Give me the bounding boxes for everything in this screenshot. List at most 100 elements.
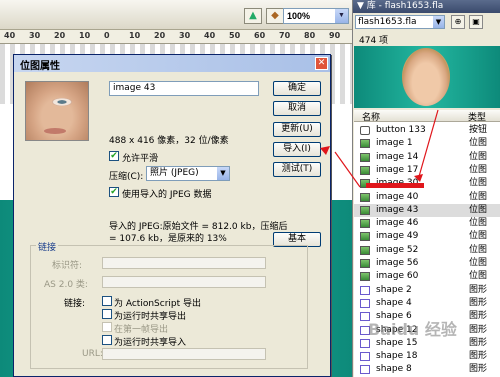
- bitmap-icon: [360, 152, 370, 162]
- library-item-type: 图形: [469, 284, 488, 295]
- pin-icon[interactable]: ⊕: [451, 15, 465, 29]
- ruler-tick-label: 20: [54, 31, 66, 40]
- library-item-type: 位图: [469, 151, 488, 162]
- ruler-tick-label: 10: [129, 31, 141, 40]
- library-item-name: image 43: [376, 204, 419, 215]
- library-item-name: shape 8: [376, 364, 412, 375]
- ruler-tick-label: 80: [304, 31, 316, 40]
- library-item[interactable]: shape 18 图形: [354, 350, 500, 363]
- use-imported-jpeg-label: 使用导入的 JPEG 数据: [122, 190, 212, 200]
- library-item[interactable]: image 46 位图: [354, 217, 500, 230]
- linkage-label: 链接:: [64, 299, 86, 309]
- bitmap-dimensions: 488 x 416 像素，32 位/像素: [109, 136, 229, 146]
- library-item[interactable]: image 56 位图: [354, 257, 500, 270]
- compression-value: 照片 (JPEG): [150, 168, 199, 178]
- ruler-tick-label: 60: [254, 31, 266, 40]
- ruler-tick-label: 30: [29, 31, 41, 40]
- export-actionscript-checkbox[interactable]: [102, 296, 112, 306]
- library-item-name: button 133: [376, 125, 426, 135]
- export-runtime-label: 为运行时共享导出: [114, 312, 187, 322]
- bitmap-preview: [25, 81, 89, 141]
- library-item[interactable]: image 49 位图: [354, 230, 500, 243]
- library-item[interactable]: image 14 位图: [354, 151, 500, 164]
- library-item-type: 位图: [469, 218, 488, 229]
- ruler-tick-label: 30: [179, 31, 191, 40]
- ruler-tick-label: 0: [104, 31, 110, 40]
- bitmap-icon: [360, 219, 370, 229]
- edit-symbol-icon[interactable]: ▲: [244, 8, 262, 24]
- preview-eye: [52, 98, 72, 106]
- ok-button[interactable]: 确定: [273, 81, 321, 96]
- import-runtime-label: 为运行时共享导入: [114, 338, 187, 348]
- graphic-icon: [360, 285, 370, 295]
- library-item[interactable]: image 17 位图: [354, 164, 500, 177]
- library-item-type: 图形: [469, 311, 488, 322]
- ruler-tick-label: 40: [4, 31, 16, 40]
- library-item-type: 按钮: [469, 125, 488, 135]
- library-item[interactable]: image 52 位图: [354, 244, 500, 257]
- bitmap-icon: [360, 259, 370, 268]
- allow-smoothing-checkbox[interactable]: ✔: [109, 151, 119, 161]
- library-item-type: 位图: [469, 244, 488, 255]
- zoom-select[interactable]: 100% ▼: [283, 8, 349, 24]
- as2-class-input[interactable]: [102, 276, 266, 288]
- export-actionscript-label: 为 ActionScript 导出: [114, 299, 202, 309]
- url-label: URL:: [82, 349, 103, 359]
- library-item-type: 图形: [469, 364, 488, 375]
- allow-smoothing-label: 允许平滑: [122, 154, 159, 164]
- bitmap-properties-dialog: 位图属性 ✕ image 43 488 x 416 像素，32 位/像素 ✔ 允…: [13, 54, 331, 377]
- edit-toolbar: ▲ ◆ 100% ▼: [0, 0, 352, 30]
- ruler-tick-label: 50: [229, 31, 241, 40]
- library-item[interactable]: image 43 位图: [354, 203, 500, 217]
- library-file-select[interactable]: flash1653.fla ▼: [355, 15, 445, 29]
- library-item-type: 位图: [469, 164, 488, 175]
- update-button[interactable]: 更新(U): [273, 122, 321, 137]
- edit-scene-icon[interactable]: ◆: [266, 8, 284, 24]
- library-item-name: image 17: [376, 164, 419, 175]
- library-item-name: shape 4: [376, 297, 412, 308]
- url-input[interactable]: [102, 348, 266, 360]
- bitmap-icon: [360, 192, 370, 202]
- bitmap-icon: [360, 272, 370, 282]
- new-library-icon[interactable]: ▣: [469, 15, 483, 29]
- test-button[interactable]: 测试(T): [273, 162, 321, 177]
- library-item-type: 位图: [469, 178, 488, 189]
- preview-lip: [44, 128, 66, 134]
- library-item[interactable]: image 1 位图: [354, 137, 500, 150]
- library-item[interactable]: shape 4 图形: [354, 297, 500, 310]
- library-item-type: 位图: [469, 271, 488, 282]
- library-item[interactable]: shape 8 图形: [354, 363, 500, 376]
- identifier-input[interactable]: [102, 257, 266, 269]
- library-item[interactable]: image 40 位图: [354, 191, 500, 204]
- library-title[interactable]: ▼ 库 - flash1653.fla: [353, 0, 500, 13]
- close-icon[interactable]: ✕: [315, 57, 328, 70]
- export-first-frame-checkbox[interactable]: [102, 322, 112, 332]
- import-button[interactable]: 导入(I): [273, 142, 321, 157]
- library-item-name: image 14: [376, 151, 419, 162]
- library-item-name: image 30: [376, 178, 419, 189]
- library-item-type: 位图: [469, 258, 488, 268]
- export-runtime-checkbox[interactable]: [102, 309, 112, 319]
- library-item[interactable]: button 133 按钮: [354, 124, 500, 137]
- chevron-down-icon: ▼: [433, 16, 444, 28]
- ruler-tick-label: 20: [154, 31, 166, 40]
- library-item-name: image 52: [376, 244, 419, 255]
- library-item[interactable]: image 30 位图: [354, 177, 500, 190]
- cancel-button[interactable]: 取消: [273, 101, 321, 116]
- library-item-name: image 40: [376, 191, 419, 202]
- import-runtime-checkbox[interactable]: [102, 335, 112, 345]
- library-column-header: 名称 类型: [354, 110, 500, 123]
- library-item-type: 图形: [469, 351, 488, 362]
- jpeg-info-line2: = 107.6 kb，是原来的 13%: [109, 234, 227, 244]
- compression-select[interactable]: 照片 (JPEG) ▼: [146, 166, 230, 181]
- graphic-icon: [360, 298, 370, 308]
- use-imported-jpeg-checkbox[interactable]: ✔: [109, 187, 119, 197]
- bitmap-name-input[interactable]: image 43: [109, 81, 259, 96]
- graphic-icon: [360, 338, 370, 348]
- library-item-name: shape 18: [376, 351, 418, 362]
- library-item[interactable]: shape 2 图形: [354, 284, 500, 297]
- library-item-type: 位图: [469, 231, 488, 242]
- library-item[interactable]: image 60 位图: [354, 270, 500, 283]
- library-item-type: 图形: [469, 324, 488, 335]
- library-item-count: 474 项: [359, 36, 389, 46]
